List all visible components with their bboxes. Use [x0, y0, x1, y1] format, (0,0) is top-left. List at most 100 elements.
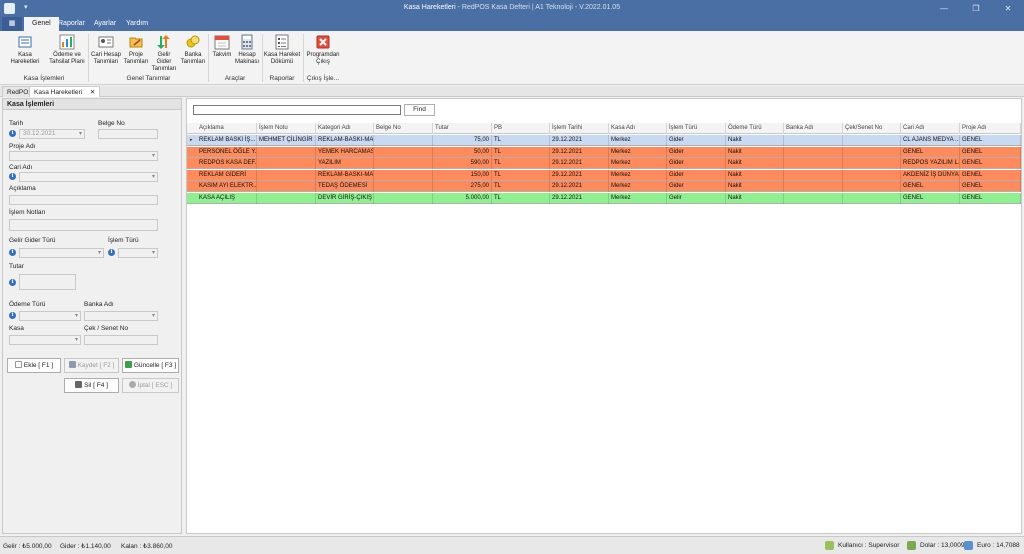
table-row[interactable]: KASA AÇILIŞ DEVİR GİRİŞ-ÇIKIŞ 5.000,00 TL 29…: [187, 192, 1021, 204]
proje-adi-combo[interactable]: [9, 151, 158, 161]
column-header[interactable]: Banka Adı: [784, 123, 843, 134]
status-bar: Gelir : ₺5.000,00 Gider : ₺1.140,00 Kala…: [0, 536, 1024, 554]
kaydet-button[interactable]: Kaydet [ F2 ]: [64, 358, 119, 373]
column-header[interactable]: Kategori Adı: [316, 123, 374, 134]
table-cell: 75,00: [433, 135, 492, 146]
tarih-info-icon[interactable]: i: [9, 130, 16, 137]
doc-tab-kasa-hareketleri[interactable]: Kasa Hareketleri ✕: [29, 86, 101, 97]
kasa-combo[interactable]: [9, 335, 81, 345]
table-row[interactable]: ▸ REKLAM BASKI İŞ... MEHMET ÇİLİNGİR ... RE…: [187, 135, 1021, 146]
kasa-hareket-dokumu-button[interactable]: Kasa Hareket Dökümü: [263, 34, 301, 66]
table-cell: 29.12.2021: [550, 135, 609, 146]
table-cell: [374, 146, 433, 158]
status-kullanici: Kullanıcı : Supervisor: [838, 542, 900, 549]
banka-adi-combo[interactable]: [84, 311, 158, 321]
table-cell: Gider: [667, 181, 726, 192]
status-dolar: Dolar : 13,0009: [920, 542, 965, 549]
search-input[interactable]: [193, 105, 401, 115]
column-header[interactable]: Kasa Adı: [609, 123, 667, 134]
column-header[interactable]: Tutar: [433, 123, 492, 134]
table-cell: Merkez: [609, 192, 667, 204]
odeme-turu-combo[interactable]: [19, 311, 81, 321]
cari-adi-label: Cari Adı: [9, 164, 33, 171]
column-header[interactable]: Belge No: [374, 123, 433, 134]
dokum-label-1: Kasa Hareket: [263, 52, 301, 58]
close-tab-icon[interactable]: ✕: [90, 89, 95, 96]
aciklama-field[interactable]: [9, 195, 158, 205]
column-header[interactable]: PB: [492, 123, 550, 134]
find-button[interactable]: Find: [404, 104, 435, 116]
column-header[interactable]: İşlem Türü: [667, 123, 726, 134]
status-gider: Gider : ₺1.140,00: [60, 543, 111, 550]
window-title: Kasa Hareketleri - RedPOS Kasa Defteri |…: [0, 4, 1024, 11]
kasa-islemleri-panel: Kasa İşlemleri Tarih i 30.12.2021 Belge …: [2, 98, 182, 534]
table-cell: DEVİR GİRİŞ-ÇIKIŞ: [316, 192, 374, 204]
gelir-gider-info-icon[interactable]: i: [9, 249, 16, 256]
odeme-label-1: Ödeme ve: [53, 52, 81, 58]
table-cell: CL AJANS MEDYA ...: [901, 135, 960, 146]
gelir-gider-turu-combo[interactable]: [19, 248, 104, 258]
tutar-info-icon[interactable]: i: [9, 279, 16, 286]
banka-label-1: Banka: [184, 52, 202, 58]
islem-turu-info-icon[interactable]: i: [108, 249, 115, 256]
table-cell: Gider: [667, 146, 726, 158]
proje-label-1: Proje: [128, 52, 143, 58]
minimize-button[interactable]: —: [928, 0, 960, 17]
sil-button[interactable]: Sil [ F4 ]: [64, 378, 119, 393]
transfer-arrows-icon: [157, 35, 170, 49]
odeme-turu-info-icon[interactable]: i: [9, 312, 16, 319]
column-header[interactable]: İşlem Notu: [257, 123, 316, 134]
tab-yardim[interactable]: Yardım: [118, 17, 156, 31]
cancel-icon: [128, 381, 136, 388]
table-row[interactable]: PERSONEL ÖĞLE Y... YEMEK HARCAMASI 50,00 TL…: [187, 146, 1021, 158]
cari-adi-combo[interactable]: [19, 172, 158, 182]
table-row[interactable]: KASIM AYI ELEKTR... TEDAŞ ÖDEMESİ 275,00 TL…: [187, 181, 1021, 192]
column-header[interactable]: Cari Adı: [901, 123, 960, 134]
kasa-hareketleri-label: Kasa Hareketleri: [10, 52, 40, 65]
table-cell: [843, 146, 901, 158]
tarih-date-picker[interactable]: 30.12.2021: [19, 129, 85, 139]
column-header[interactable]: Çek/Senet No: [843, 123, 901, 134]
odeme-tahsilat-button[interactable]: Ödeme ve Tahsilat Planı: [48, 34, 86, 66]
islem-turu-combo[interactable]: [118, 248, 158, 258]
cikis-label-2: Çıkış: [316, 59, 330, 65]
restore-button[interactable]: ❐: [960, 0, 992, 17]
table-row[interactable]: REKLAM GİDERİ REKLAM-BASKI-MA... 150,00 TL 2…: [187, 169, 1021, 181]
kasa-hareketleri-button[interactable]: Kasa Hareketleri: [3, 34, 47, 66]
close-button[interactable]: ✕: [992, 0, 1024, 17]
table-row[interactable]: REDPOS KASA DEF... YAZILIM 590,00 TL 29.12.2…: [187, 158, 1021, 169]
kasa-label: Kasa: [9, 325, 24, 332]
table-cell: Nakit: [726, 158, 784, 169]
gelir-gider-button[interactable]: Gelir Gider Tanımları: [150, 34, 178, 73]
table-cell: Nakit: [726, 192, 784, 204]
column-header[interactable]: Ödeme Türü: [726, 123, 784, 134]
proje-tanimlari-button[interactable]: Proje Tanımları: [123, 34, 149, 66]
table-cell: REKLAM GİDERİ: [197, 169, 257, 181]
ekle-button[interactable]: Ekle [ F1 ]: [7, 358, 61, 373]
takvim-button[interactable]: Takvim: [210, 34, 234, 59]
banka-tanimlari-button[interactable]: Banka Tanımları: [179, 34, 207, 66]
file-menu-icon[interactable]: ▦: [2, 17, 22, 31]
cek-senet-no-field[interactable]: [84, 335, 158, 345]
programdan-cikis-button[interactable]: Programdan Çıkış: [305, 34, 341, 66]
column-header[interactable]: Açıklama: [197, 123, 257, 134]
column-header[interactable]: İşlem Tarihi: [550, 123, 609, 134]
hesap-makinasi-button[interactable]: Hesap Makinası: [234, 34, 260, 66]
iptal-button[interactable]: İptal [ ESC ]: [122, 378, 179, 393]
belge-no-field[interactable]: [98, 129, 158, 139]
table-cell: GENEL: [960, 146, 1021, 158]
ekle-label: Ekle [ F1 ]: [23, 362, 54, 369]
cari-info-icon[interactable]: i: [9, 173, 16, 180]
group-label-genel-tanimlar: Genel Tanımlar: [126, 75, 171, 82]
column-header[interactable]: Proje Adı: [960, 123, 1021, 134]
guncelle-button[interactable]: Güncelle [ F3 ]: [122, 358, 179, 373]
cari-hesap-button[interactable]: Cari Hesap Tanımları: [90, 34, 122, 66]
islem-notlari-field[interactable]: [9, 219, 158, 231]
tutar-field[interactable]: [19, 274, 76, 290]
table-cell: TEDAŞ ÖDEMESİ: [316, 181, 374, 192]
status-gelir: Gelir : ₺5.000,00: [3, 543, 52, 550]
table-cell: AKDENİZ İŞ DÜNYA...: [901, 169, 960, 181]
table-cell: [843, 169, 901, 181]
table-cell: 150,00: [433, 169, 492, 181]
cari-label-1: Cari Hesap: [90, 52, 121, 58]
